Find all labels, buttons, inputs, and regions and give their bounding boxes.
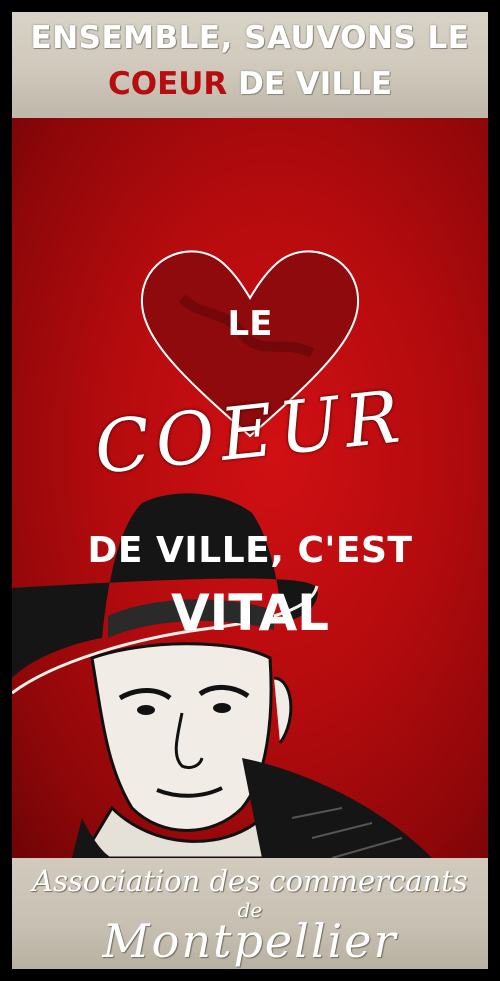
banner-line-1: ENSEMBLE, SAUVONS LE [30,20,470,56]
headline-de-ville: DE VILLE, C'EST [87,530,413,571]
banner-line-2: COEUR DE VILLE [12,66,488,102]
banner-line-2-rest: DE VILLE [227,66,393,102]
headline-vital: VITAL [170,584,330,642]
headline-le: LE [227,304,273,344]
banner-accent-word: COEUR [107,66,228,102]
bottom-banner: Association des commercants de Montpelli… [12,858,488,969]
red-background: LE COEUR DE VILLE, C'EST VITAL [12,118,488,858]
poster: ENSEMBLE, SAUVONS LE COEUR DE VILLE LE C… [12,12,488,969]
city-name: Montpellier [102,914,398,968]
top-banner: ENSEMBLE, SAUVONS LE COEUR DE VILLE [12,12,488,118]
association-name: Association des commercants [32,864,468,898]
